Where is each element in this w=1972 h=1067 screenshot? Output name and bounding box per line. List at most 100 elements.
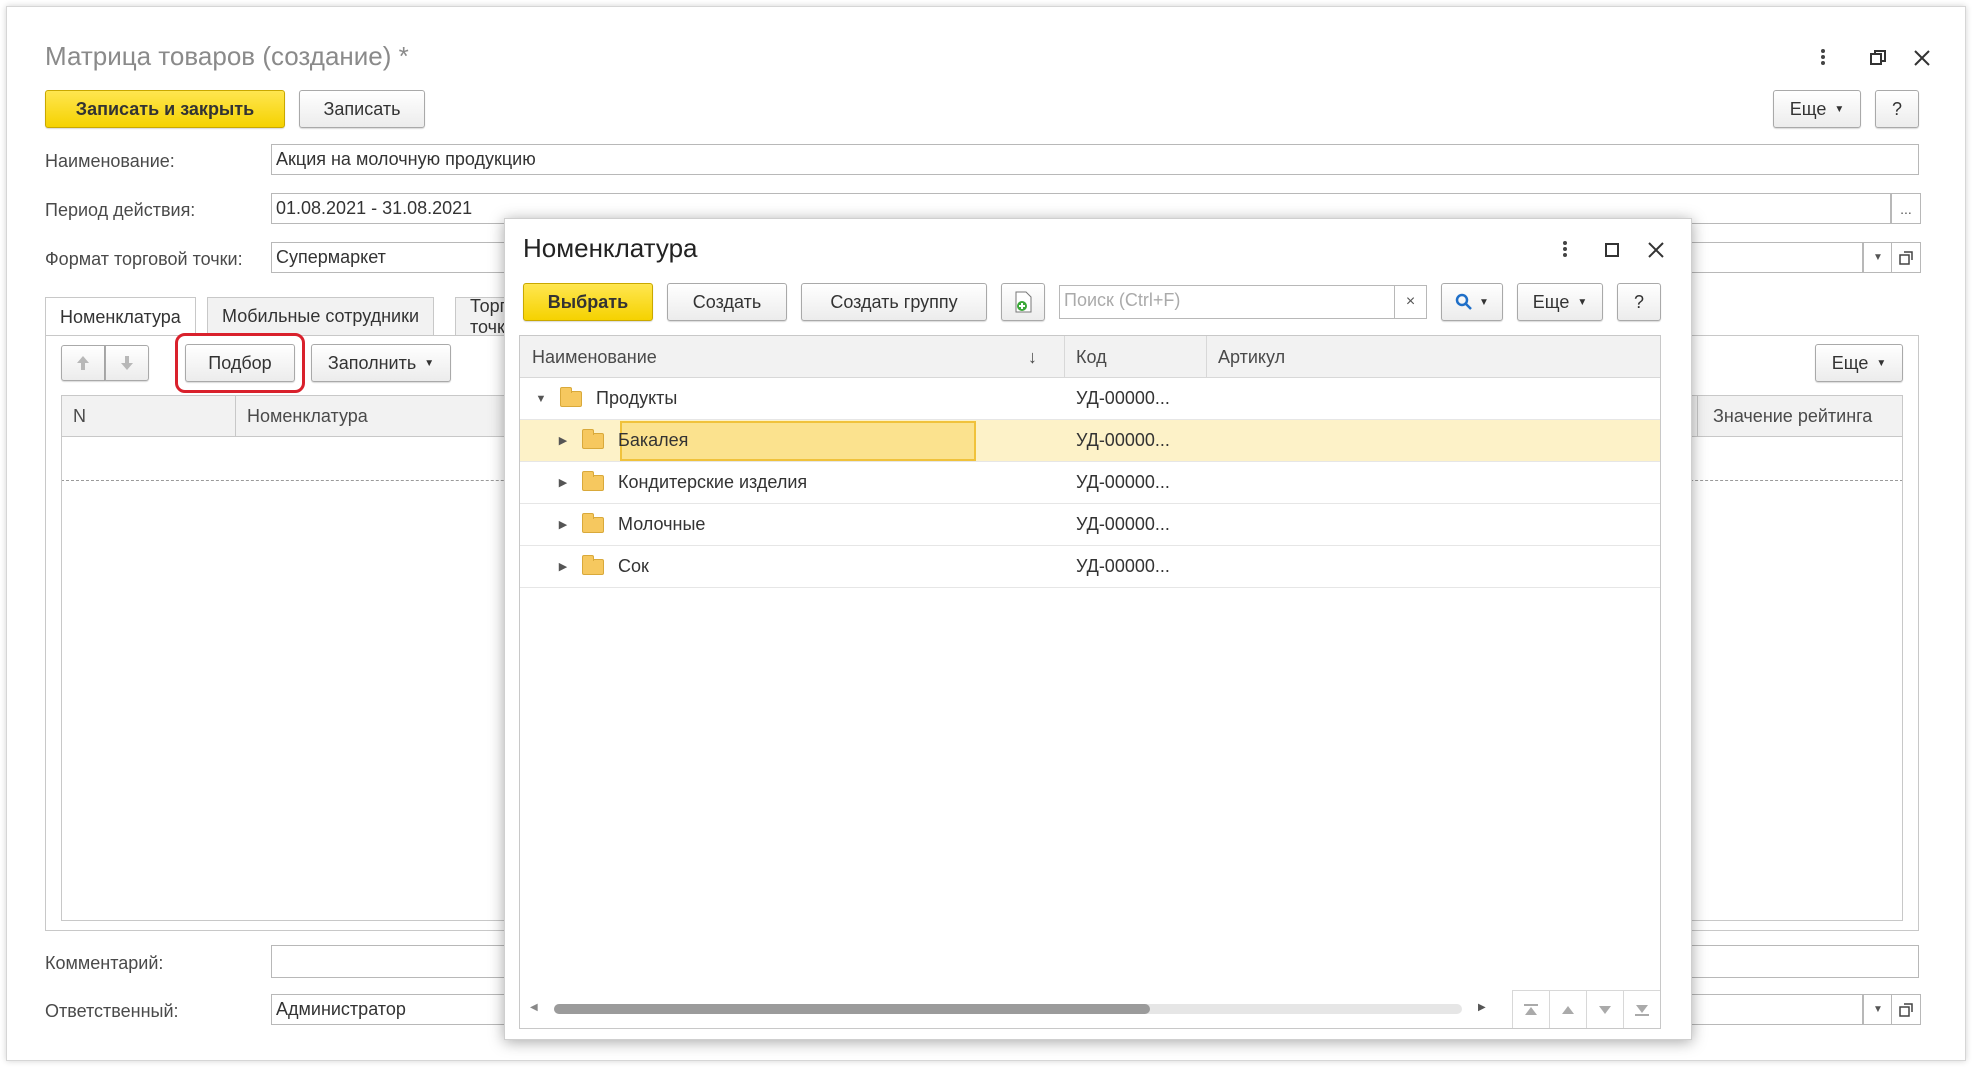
create-button[interactable]: Создать (667, 283, 787, 321)
help-button[interactable]: ? (1875, 90, 1919, 128)
dropdown-arrow-icon: ▼ (1834, 103, 1845, 115)
responsible-dropdown-button[interactable]: ▼ (1863, 994, 1893, 1025)
column-divider (1206, 336, 1207, 378)
go-down-icon[interactable] (1587, 991, 1624, 1028)
row-name: Сок (618, 556, 649, 576)
list-item[interactable]: ▶ Молочные УД-00000... (520, 504, 1660, 546)
go-up-icon[interactable] (1550, 991, 1587, 1028)
pick-button[interactable]: Подбор (185, 344, 295, 382)
clear-search-button[interactable]: × (1395, 285, 1427, 319)
responsible-label: Ответственный: (45, 1001, 179, 1021)
scroll-left-icon[interactable]: ◀ (530, 1002, 538, 1013)
row-code: УД-00000... (1076, 430, 1170, 450)
dialog-title: Номенклатура (523, 233, 698, 263)
collapsed-triangle-icon[interactable]: ▶ (556, 560, 570, 573)
search-input[interactable]: Поиск (Ctrl+F) (1059, 285, 1395, 319)
choose-button[interactable]: Выбрать (523, 283, 653, 321)
go-last-icon[interactable] (1624, 991, 1660, 1028)
row-code: УД-00000... (1076, 556, 1170, 576)
column-code[interactable]: Код (1076, 336, 1107, 378)
horizontal-scrollbar[interactable] (554, 1004, 1462, 1014)
comment-label: Комментарий: (45, 953, 164, 973)
column-divider (1697, 395, 1698, 437)
format-dropdown-button[interactable]: ▼ (1863, 242, 1893, 273)
arrow-down-icon (121, 356, 133, 370)
expanded-triangle-icon[interactable]: ▼ (534, 393, 548, 405)
search-icon (1455, 293, 1472, 310)
format-label: Формат торговой точки: (45, 249, 243, 269)
list-item[interactable]: ▶ Сок УД-00000... (520, 546, 1660, 588)
dropdown-arrow-icon: ▼ (1876, 357, 1887, 369)
table-more-button[interactable]: Еще ▼ (1815, 344, 1903, 382)
scrollbar-thumb[interactable] (554, 1004, 1150, 1014)
collapsed-triangle-icon[interactable]: ▶ (556, 434, 570, 447)
list-item[interactable]: ▶ Кондитерские изделия УД-00000... (520, 462, 1660, 504)
dialog-more-button[interactable]: Еще ▼ (1517, 283, 1603, 321)
search-options-button[interactable]: ▼ (1441, 283, 1503, 321)
more-button[interactable]: Еще ▼ (1773, 90, 1861, 128)
fill-button[interactable]: Заполнить ▼ (311, 344, 451, 382)
open-icon (1899, 250, 1913, 265)
folder-icon (582, 512, 604, 533)
open-icon (1899, 1002, 1913, 1017)
column-divider (1064, 336, 1065, 378)
fill-label: Заполнить (327, 352, 417, 373)
more-label: Еще (1789, 98, 1827, 119)
maximize-icon[interactable] (1601, 239, 1623, 261)
period-label: Период действия: (45, 200, 196, 220)
restore-window-icon[interactable] (1867, 47, 1889, 69)
close-icon[interactable] (1645, 239, 1667, 261)
list-item-selected[interactable]: ▶ Бакалея УД-00000... (520, 420, 1660, 462)
folder-icon (582, 470, 604, 491)
table-more-label: Еще (1831, 352, 1869, 373)
row-name: Кондитерские изделия (618, 472, 808, 492)
chevron-down-icon: ▼ (1873, 252, 1883, 263)
move-up-button[interactable] (61, 345, 105, 381)
name-field[interactable]: Акция на молочную продукцию (271, 144, 1919, 175)
dropdown-arrow-icon: ▼ (1479, 296, 1489, 308)
column-n[interactable]: N (73, 395, 86, 437)
dropdown-arrow-icon: ▼ (424, 357, 435, 369)
tab-mobile-staff[interactable]: Мобильные сотрудники (207, 297, 435, 335)
dialog-help-button[interactable]: ? (1617, 283, 1661, 321)
responsible-open-button[interactable] (1891, 994, 1921, 1025)
chevron-down-icon: ▼ (1873, 1004, 1883, 1015)
column-rating[interactable]: Значение рейтинга (1713, 395, 1872, 437)
column-nomenclature[interactable]: Номенклатура (247, 395, 368, 437)
kebab-menu-icon[interactable] (1555, 237, 1575, 261)
row-code: УД-00000... (1076, 472, 1170, 492)
close-icon[interactable] (1911, 47, 1933, 69)
row-name: Продукты (596, 388, 678, 408)
row-name: Молочные (618, 514, 706, 534)
column-article[interactable]: Артикул (1218, 336, 1285, 378)
dropdown-arrow-icon: ▼ (1577, 296, 1588, 308)
kebab-menu-icon[interactable] (1813, 45, 1833, 69)
go-first-icon[interactable] (1513, 991, 1550, 1028)
format-open-button[interactable] (1891, 242, 1921, 273)
tab-nomenclature[interactable]: Номенклатура (45, 297, 196, 336)
save-and-close-button[interactable]: Записать и закрыть (45, 90, 285, 128)
period-select-button[interactable]: ... (1891, 193, 1921, 224)
column-name[interactable]: Наименование (532, 336, 657, 378)
navigation-buttons (1512, 990, 1660, 1028)
name-label: Наименование: (45, 151, 175, 171)
window-title: Матрица товаров (создание) * (45, 41, 409, 71)
nomenclature-dialog: Номенклатура Выбрать Создать Создать гру… (504, 218, 1692, 1040)
list-item[interactable]: ▼ Продукты УД-00000... (520, 378, 1660, 420)
column-divider (235, 395, 236, 437)
sort-desc-icon[interactable]: ↓ (1028, 336, 1037, 378)
arrow-up-icon (77, 356, 89, 370)
collapsed-triangle-icon[interactable]: ▶ (556, 476, 570, 489)
list-container: Наименование ↓ Код Артикул ▼ Продукты УД… (519, 335, 1661, 1029)
create-group-button[interactable]: Создать группу (801, 283, 987, 321)
scroll-right-icon[interactable]: ▶ (1478, 1002, 1486, 1013)
add-copy-button[interactable] (1001, 283, 1045, 321)
new-document-icon (1015, 291, 1032, 313)
row-code: УД-00000... (1076, 514, 1170, 534)
row-name: Бакалея (618, 430, 689, 450)
folder-icon (582, 428, 604, 449)
dialog-more-label: Еще (1532, 291, 1570, 312)
collapsed-triangle-icon[interactable]: ▶ (556, 518, 570, 531)
move-down-button[interactable] (105, 345, 149, 381)
save-button[interactable]: Записать (299, 90, 425, 128)
